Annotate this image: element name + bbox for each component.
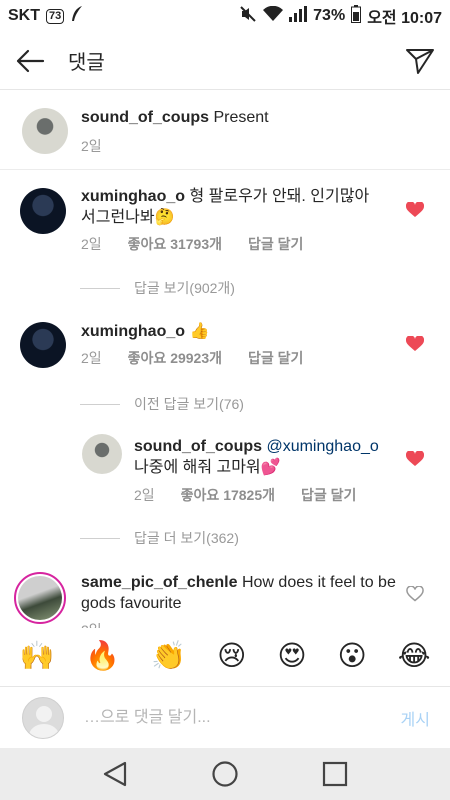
- caption-text: sound_of_coups Present: [81, 109, 269, 126]
- emoji-button[interactable]: 😮: [338, 642, 367, 670]
- nav-home-button[interactable]: [200, 752, 250, 796]
- arrow-left-icon: [16, 49, 45, 72]
- emoji-button[interactable]: 👏: [151, 642, 186, 670]
- likes-count[interactable]: 좋아요 29923개: [128, 348, 222, 368]
- username[interactable]: sound_of_coups: [134, 438, 262, 455]
- square-recents-icon: [322, 761, 348, 787]
- carrier-label: SKT: [8, 7, 40, 24]
- avatar-image: [18, 576, 62, 620]
- avatar[interactable]: [20, 188, 66, 234]
- wifi-icon: [263, 5, 284, 27]
- timestamp: 2일: [81, 620, 102, 628]
- comment-meta: 2일: [81, 136, 102, 156]
- heart-icon[interactable]: [406, 451, 424, 467]
- comment-composer: 게시: [0, 686, 450, 748]
- notification-badge: 73: [46, 8, 65, 24]
- mention-link[interactable]: @xuminghao_o: [262, 438, 378, 455]
- triangle-back-icon: [103, 761, 127, 787]
- post-button[interactable]: 게시: [401, 706, 430, 730]
- my-avatar: [22, 696, 64, 739]
- username[interactable]: xuminghao_o: [81, 188, 185, 205]
- comment-meta: 2일 좋아요 17825개 답글 달기: [134, 485, 356, 505]
- circle-home-icon: [212, 761, 238, 787]
- nav-back-button[interactable]: [90, 752, 140, 796]
- reply-line: [80, 287, 120, 289]
- timestamp: 2일: [134, 487, 155, 503]
- avatar[interactable]: [20, 322, 66, 368]
- share-button[interactable]: [390, 32, 450, 90]
- heart-outline-icon[interactable]: [406, 586, 424, 602]
- username[interactable]: same_pic_of_chenle: [81, 574, 238, 591]
- comment-input[interactable]: [84, 697, 401, 738]
- avatar[interactable]: [14, 572, 66, 624]
- reply-text: sound_of_coups @xuminghao_o 나중에 해줘 고마워💕: [134, 438, 379, 476]
- clock: 오전 10:07: [367, 10, 442, 27]
- emoji-button[interactable]: 😍: [277, 642, 306, 670]
- emoji-button[interactable]: 🔥: [85, 642, 120, 670]
- battery-icon: [351, 4, 362, 28]
- view-replies-button[interactable]: 답글 보기(902개): [80, 278, 235, 298]
- comment-meta: 2일: [81, 620, 102, 628]
- system-nav-bar: [0, 748, 450, 800]
- comment-item: xuminghao_o 👍 2일 좋아요 29923개 답글 달기 이전 답글 …: [0, 300, 450, 560]
- comment-text: xuminghao_o 👍: [81, 323, 210, 340]
- view-replies-label: 답글 보기(902개): [134, 280, 235, 296]
- view-previous-label: 이전 답글 보기(76): [134, 396, 244, 412]
- comment-item: same_pic_of_chenle How does it feel to b…: [0, 560, 450, 628]
- emoji-button[interactable]: 😂: [398, 642, 431, 670]
- status-bar: SKT 73 73% 오전 10:07: [0, 0, 450, 32]
- avatar[interactable]: [22, 108, 68, 154]
- reply-button[interactable]: 답글 달기: [301, 485, 356, 505]
- comment-meta: 2일 좋아요 31793개 답글 달기: [81, 234, 303, 254]
- timestamp: 2일: [81, 350, 102, 366]
- timestamp: 2일: [81, 236, 102, 252]
- page-title: 댓글: [68, 52, 105, 74]
- caption: sound_of_coups Present 2일: [0, 90, 450, 170]
- comment-meta: 2일 좋아요 29923개 답글 달기: [81, 348, 303, 368]
- signal-icon: [289, 5, 308, 27]
- comment-text: same_pic_of_chenle How does it feel to b…: [81, 574, 396, 612]
- heart-icon[interactable]: [406, 202, 424, 218]
- comment-text: xuminghao_o 형 팔로우가 안돼. 인기많아서그런나봐🤔: [81, 188, 370, 226]
- emoji-button[interactable]: 😢: [217, 642, 246, 670]
- header: 댓글: [0, 32, 450, 90]
- back-button[interactable]: [0, 32, 60, 90]
- view-more-label: 답글 더 보기(362): [134, 530, 239, 546]
- heart-icon[interactable]: [406, 336, 424, 352]
- comment-item: xuminghao_o 형 팔로우가 안돼. 인기많아서그런나봐🤔 2일 좋아요…: [0, 170, 450, 300]
- emoji-button[interactable]: 🙌: [20, 642, 55, 670]
- reply-button[interactable]: 답글 달기: [248, 348, 303, 368]
- paper-plane-icon: [406, 48, 434, 74]
- nav-recents-button[interactable]: [310, 752, 360, 796]
- reply-button[interactable]: 답글 달기: [248, 234, 303, 254]
- feather-icon: [70, 5, 84, 28]
- reply-line: [80, 537, 120, 539]
- battery-percent: 73%: [313, 7, 346, 24]
- username[interactable]: xuminghao_o: [81, 323, 185, 340]
- likes-count[interactable]: 좋아요 17825개: [181, 485, 275, 505]
- emoji-bar: 🙌 🔥 👏 😢 😍 😮 😂: [0, 628, 450, 684]
- mute-icon: [239, 5, 257, 28]
- view-more-replies-button[interactable]: 답글 더 보기(362): [80, 528, 239, 548]
- likes-count[interactable]: 좋아요 31793개: [128, 234, 222, 254]
- timestamp: 2일: [81, 138, 102, 154]
- view-previous-replies-button[interactable]: 이전 답글 보기(76): [80, 394, 244, 414]
- username[interactable]: sound_of_coups: [81, 109, 209, 126]
- reply-line: [80, 403, 120, 405]
- avatar[interactable]: [82, 434, 122, 474]
